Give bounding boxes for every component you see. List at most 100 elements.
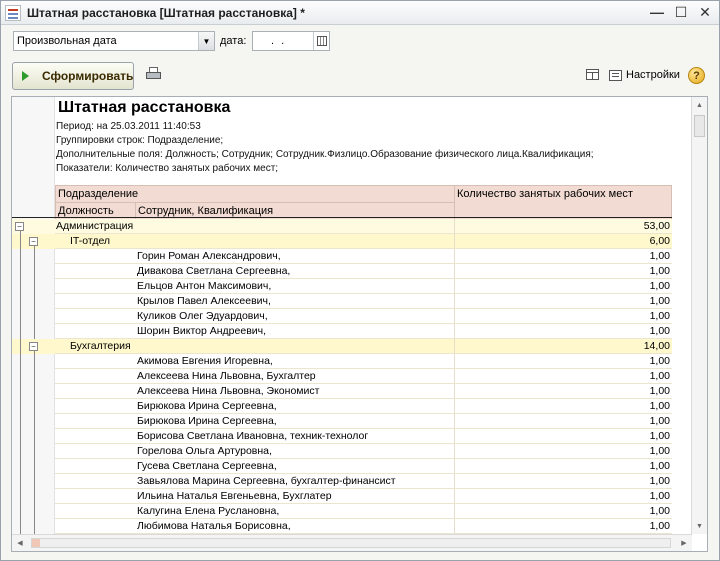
help-icon[interactable]: ? [688, 67, 705, 84]
table-row[interactable]: Завьялова Марина Сергеевна, бухгалтер-фи… [12, 474, 672, 489]
table-row[interactable]: Алексеева Нина Львовна, Бухгалтер 1,00 [12, 369, 672, 384]
row-name: Дивакова Светлана Сергеевна, [137, 265, 291, 277]
period-select[interactable]: Произвольная дата ▼ [13, 31, 215, 51]
calendar-icon[interactable] [313, 32, 329, 50]
row-value: 1,00 [649, 385, 670, 397]
row-value: 1,00 [649, 370, 670, 382]
table-row[interactable]: Акимова Евгения Игоревна, 1,00 [12, 354, 672, 369]
vertical-scrollbar[interactable]: ▲ ▼ [691, 97, 707, 534]
date-input-value: . . [271, 35, 287, 47]
header-division: Подразделение [55, 185, 455, 203]
report-period: Период: на 25.03.2011 11:40:53 [56, 121, 201, 132]
row-name: Крылов Павел Алексеевич, [137, 295, 271, 307]
row-name: Горелова Ольга Артуровна, [137, 445, 272, 457]
report-app-icon [5, 4, 21, 21]
table-row[interactable]: Горин Роман Александрович, 1,00 [12, 249, 672, 264]
tree-collapse-icon[interactable]: − [29, 237, 38, 246]
row-name: Ельцов Антон Максимович, [137, 280, 272, 292]
tree-collapse-icon[interactable]: − [29, 342, 38, 351]
report-title: Штатная расстановка [58, 99, 231, 116]
row-name: Акимова Евгения Игоревна, [137, 355, 273, 367]
vertical-scroll-thumb[interactable] [694, 115, 705, 137]
horizontal-scrollbar[interactable]: ◀ ▶ [12, 534, 692, 551]
tree-line [34, 246, 35, 339]
layout-icon[interactable] [586, 69, 599, 80]
date-label: дата: [220, 35, 247, 47]
scroll-right-icon[interactable]: ▶ [676, 535, 692, 551]
tree-collapse-icon[interactable]: − [15, 222, 24, 231]
row-value: 53,00 [643, 220, 670, 232]
report-indicators: Показатели: Количество занятых рабочих м… [56, 163, 279, 174]
close-icon[interactable]: ✕ [697, 4, 713, 20]
group-row[interactable]: IT-отдел 6,00 − [12, 234, 672, 249]
report-grouping: Группировки строк: Подразделение; [56, 135, 224, 146]
row-value: 1,00 [649, 265, 670, 277]
table-row[interactable]: Любимова Наталья Борисовна, 1,00 [12, 519, 672, 534]
row-value: 1,00 [649, 460, 670, 472]
row-value: 1,00 [649, 355, 670, 367]
table-row[interactable]: Горелова Ольга Артуровна, 1,00 [12, 444, 672, 459]
row-value: 1,00 [649, 250, 670, 262]
row-value: 1,00 [649, 400, 670, 412]
row-name: Бухгалтерия [70, 340, 131, 352]
table-row[interactable]: Куликов Олег Эдуардович, 1,00 [12, 309, 672, 324]
table-row[interactable]: Ельцов Антон Максимович, 1,00 [12, 279, 672, 294]
table-row[interactable]: Бирюкова Ирина Сергеевна, 1,00 [12, 414, 672, 429]
row-value: 1,00 [649, 505, 670, 517]
header-divider [12, 217, 672, 218]
row-name: Администрация [56, 220, 134, 232]
table-row[interactable]: Бирюкова Ирина Сергеевна, 1,00 [12, 399, 672, 414]
row-name: Бирюкова Ирина Сергеевна, [137, 400, 277, 412]
dropdown-arrow-icon[interactable]: ▼ [198, 32, 214, 50]
row-value: 6,00 [649, 235, 670, 247]
row-name: Калугина Елена Руслановна, [137, 505, 280, 517]
play-icon [22, 71, 29, 81]
row-name: Бирюкова Ирина Сергеевна, [137, 415, 277, 427]
row-name: Завьялова Марина Сергеевна, бухгалтер-фи… [137, 475, 396, 487]
generate-report-button[interactable]: Сформировать [12, 62, 134, 90]
settings-button[interactable]: Настройки [609, 67, 680, 83]
title-bar: Штатная расстановка [Штатная расстановка… [1, 1, 719, 25]
row-value: 1,00 [649, 445, 670, 457]
group-row[interactable]: Администрация 53,00 − [12, 219, 672, 234]
row-value: 1,00 [649, 415, 670, 427]
window-controls: — ☐ ✕ [649, 4, 713, 21]
group-row[interactable]: Бухгалтерия 14,00 − [12, 339, 672, 354]
row-name: IT-отдел [70, 235, 111, 247]
table-row[interactable]: Гусева Светлана Сергеевна, 1,00 [12, 459, 672, 474]
table-row[interactable]: Ильина Наталья Евгеньевна, Бухглатер 1,00 [12, 489, 672, 504]
table-row[interactable]: Крылов Павел Алексеевич, 1,00 [12, 294, 672, 309]
row-value: 1,00 [649, 490, 670, 502]
table-row[interactable]: Шорин Виктор Андреевич, 1,00 [12, 324, 672, 339]
row-value: 1,00 [649, 295, 670, 307]
report-window: Штатная расстановка [Штатная расстановка… [0, 0, 720, 561]
table-row[interactable]: Калугина Елена Руслановна, 1,00 [12, 504, 672, 519]
row-value: 14,00 [643, 340, 670, 352]
row-name: Гусева Светлана Сергеевна, [137, 460, 277, 472]
row-value: 1,00 [649, 325, 670, 337]
row-name: Ильина Наталья Евгеньевна, Бухглатер [137, 490, 332, 502]
report-spreadsheet[interactable]: Штатная расстановка Период: на 25.03.201… [11, 96, 708, 552]
table-row[interactable]: Алексеева Нина Львовна, Экономист 1,00 [12, 384, 672, 399]
date-input[interactable]: . . [252, 31, 330, 51]
tree-line [20, 231, 21, 546]
window-title: Штатная расстановка [Штатная расстановка… [27, 5, 305, 20]
row-name: Алексеева Нина Львовна, Экономист [137, 385, 320, 397]
minimize-icon[interactable]: — [649, 4, 665, 20]
row-name: Горин Роман Александрович, [137, 250, 281, 262]
report-extra-fields: Дополнительные поля: Должность; Сотрудни… [56, 149, 594, 160]
maximize-icon[interactable]: ☐ [673, 4, 689, 20]
row-value: 1,00 [649, 520, 670, 532]
scroll-up-icon[interactable]: ▲ [692, 97, 707, 113]
table-row[interactable]: Борисова Светлана Ивановна, техник-техно… [12, 429, 672, 444]
row-name: Алексеева Нина Львовна, Бухгалтер [137, 370, 316, 382]
scroll-down-icon[interactable]: ▼ [692, 518, 707, 534]
row-value: 1,00 [649, 280, 670, 292]
tree-line [34, 351, 35, 546]
row-value: 1,00 [649, 475, 670, 487]
print-icon[interactable] [146, 67, 161, 81]
generate-report-label: Сформировать [42, 69, 134, 83]
scroll-left-icon[interactable]: ◀ [12, 535, 28, 551]
table-row[interactable]: Дивакова Светлана Сергеевна, 1,00 [12, 264, 672, 279]
horizontal-scroll-thumb[interactable] [31, 538, 671, 548]
